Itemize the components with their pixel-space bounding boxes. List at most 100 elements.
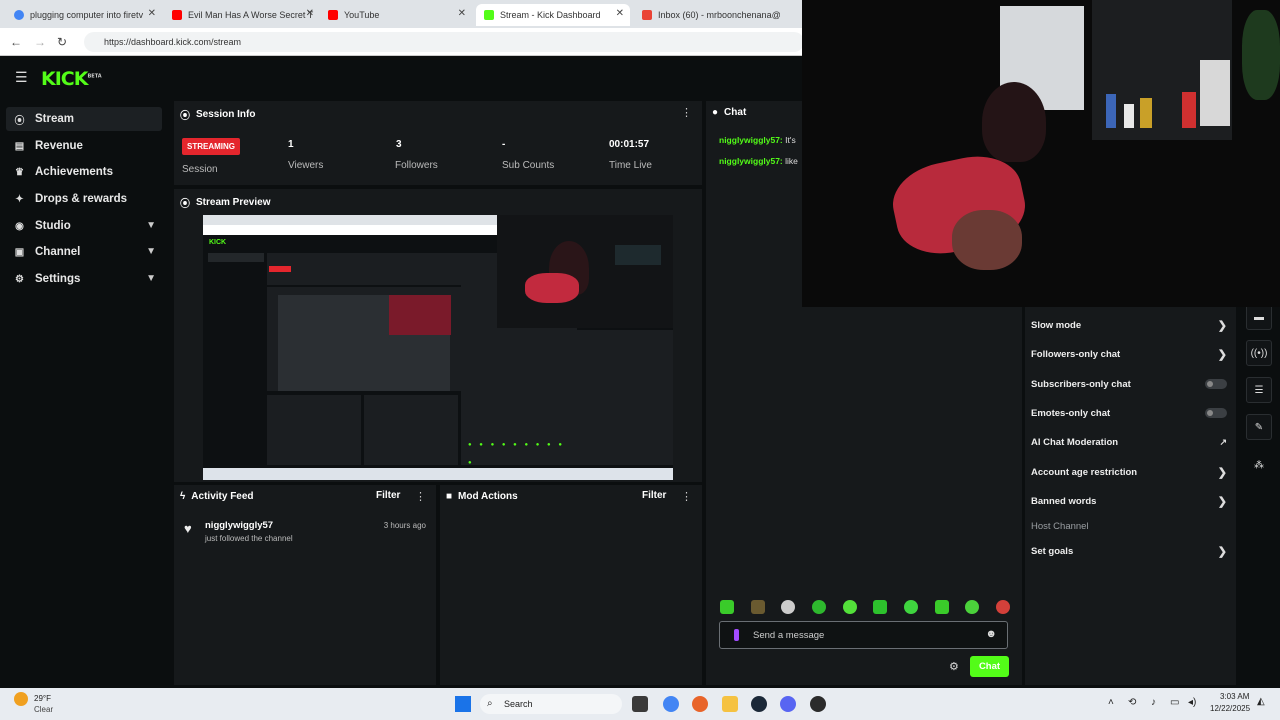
taskbar-search[interactable]: ⌕ Search	[480, 694, 622, 714]
browser-tab[interactable]: Inbox (60) - mrboonchenana@	[634, 4, 800, 26]
menu-item-subscribers-only[interactable]: Subscribers-only chat	[1031, 375, 1227, 393]
sidebar-item-drops[interactable]: ✦ Drops & rewards	[6, 187, 162, 211]
file-explorer-icon[interactable]	[722, 696, 738, 712]
weather-temp[interactable]: 29°F	[34, 694, 51, 703]
more-options-icon[interactable]: ⋮	[681, 490, 692, 503]
chat-username[interactable]: nigglywiggly57:	[719, 135, 783, 145]
weather-icon[interactable]	[14, 692, 28, 706]
emotes-only-toggle[interactable]	[1205, 408, 1227, 418]
kick-logo[interactable]: KICKBETA	[41, 68, 102, 90]
emote-icon[interactable]	[750, 600, 765, 614]
close-icon[interactable]: ✕	[148, 8, 156, 19]
browser-tab[interactable]: plugging computer into firetv ✕	[6, 4, 162, 26]
subscribers-only-toggle[interactable]	[1205, 379, 1227, 389]
url-field[interactable]: https://dashboard.kick.com/stream	[84, 32, 804, 52]
sidebar-item-stream[interactable]: ⦿ Stream	[6, 107, 162, 131]
browser-tab-active[interactable]: Stream - Kick Dashboard ✕	[476, 4, 630, 26]
close-icon[interactable]: ✕	[616, 8, 624, 19]
emote-icon[interactable]	[995, 600, 1010, 614]
menu-item-ai-moderation[interactable]: AI Chat Moderation ↗	[1031, 433, 1227, 451]
more-options-icon[interactable]: ⋮	[681, 106, 692, 119]
menu-item-label: Subscribers-only chat	[1031, 378, 1131, 390]
more-options-icon[interactable]: ⋮	[415, 490, 426, 503]
windows-start-icon[interactable]	[455, 696, 471, 712]
filter-button[interactable]: Filter	[642, 490, 666, 501]
chat-input-box[interactable]: Send a message ☻	[719, 621, 1008, 649]
sidebar-item-studio[interactable]: ◉ Studio ▼	[6, 214, 162, 238]
obs-icon[interactable]	[810, 696, 826, 712]
menu-item-label: Banned words	[1031, 495, 1097, 507]
network-icon[interactable]: ▭	[1170, 697, 1179, 708]
activity-text: just followed the channel	[205, 534, 293, 543]
emote-icon[interactable]	[965, 600, 980, 614]
channel-icon: ▣	[14, 246, 25, 258]
menu-item-account-age[interactable]: Account age restriction ❯	[1031, 463, 1227, 481]
reload-icon[interactable]: ↻	[57, 35, 67, 49]
sidebar-item-settings[interactable]: ⚙ Settings ▼	[6, 267, 162, 291]
filter-button[interactable]: Filter	[376, 490, 400, 501]
emote-icon[interactable]	[873, 600, 888, 614]
preview-address-bar	[203, 225, 498, 235]
menu-item-banned-words[interactable]: Banned words ❯	[1031, 492, 1227, 510]
tray-chevron-icon[interactable]: ˄	[1108, 697, 1114, 708]
menu-item-emotes-only[interactable]: Emotes-only chat	[1031, 404, 1227, 422]
task-view-icon[interactable]	[632, 696, 648, 712]
microphone-icon[interactable]: ♪	[1151, 697, 1156, 708]
emote-icon[interactable]	[811, 600, 826, 614]
chat-input-placeholder[interactable]: Send a message	[753, 630, 824, 641]
search-icon: ⌕	[487, 698, 493, 709]
weather-text[interactable]: Clear	[34, 705, 53, 714]
tray-app-icon[interactable]: ⟲	[1128, 697, 1136, 708]
close-icon[interactable]: ✕	[306, 8, 314, 19]
search-label: Search	[504, 699, 533, 709]
broadcast-icon[interactable]: ((•))	[1246, 340, 1272, 366]
clock-time[interactable]: 3:03 AM	[1220, 692, 1249, 701]
chrome-icon[interactable]	[663, 696, 679, 712]
layout-icon[interactable]: ☰	[1246, 377, 1272, 403]
stream-preview-video[interactable]: KICK ● ● ● ● ● ● ● ● ● ●	[203, 215, 673, 480]
browser-tab[interactable]: YouTube ✕	[320, 4, 472, 26]
discord-icon[interactable]	[780, 696, 796, 712]
menu-item-followers-only[interactable]: Followers-only chat ❯	[1031, 345, 1227, 363]
emoji-icon[interactable]: ☻	[985, 628, 997, 640]
menu-item-set-goals[interactable]: Set goals ❯	[1031, 542, 1227, 560]
preview-shirt	[525, 273, 579, 303]
chat-send-button[interactable]: Chat	[970, 656, 1009, 677]
menu-item-slow-mode[interactable]: Slow mode ❯	[1031, 316, 1227, 334]
browser-tab[interactable]: Evil Man Has A Worse Secret T ✕	[164, 4, 320, 26]
emote-icon[interactable]	[720, 600, 734, 614]
volume-icon[interactable]: ◂)	[1188, 697, 1196, 708]
chat-username[interactable]: nigglywiggly57:	[719, 156, 783, 166]
emote-icon[interactable]	[934, 600, 949, 614]
external-link-icon: ↗	[1219, 436, 1227, 447]
person-hands	[952, 210, 1022, 270]
chevron-right-icon: ❯	[1217, 319, 1227, 332]
session-icon: ⦿	[180, 111, 190, 122]
activity-username[interactable]: nigglywiggly57	[205, 520, 273, 531]
sidebar-item-channel[interactable]: ▣ Channel ▼	[6, 240, 162, 264]
preview-session-panel	[267, 253, 493, 285]
clock-date[interactable]: 12/22/2025	[1210, 704, 1250, 713]
back-icon[interactable]: ←	[10, 35, 22, 49]
sidebar-item-revenue[interactable]: ▤ Revenue	[6, 134, 162, 158]
wrench-icon[interactable]: ✎	[1246, 414, 1272, 440]
forward-icon[interactable]: →	[34, 35, 46, 49]
revenue-icon: ▤	[14, 140, 25, 152]
menu-icon[interactable]: ☰	[15, 69, 28, 86]
user-badge-icon	[734, 629, 739, 641]
tab-title: Stream - Kick Dashboard	[500, 10, 601, 20]
chat-settings-gear-icon[interactable]: ⚙	[949, 660, 959, 673]
menu-item-label: Account age restriction	[1031, 466, 1138, 478]
steam-icon[interactable]	[751, 696, 767, 712]
sidebar-item-achievements[interactable]: ♛ Achievements	[6, 160, 162, 184]
emote-icon[interactable]	[781, 600, 796, 614]
brave-icon[interactable]	[692, 696, 708, 712]
menu-item-label: AI Chat Moderation	[1031, 436, 1119, 448]
chat-bubble-icon[interactable]: ▬	[1246, 304, 1272, 330]
emote-icon[interactable]	[903, 600, 918, 614]
shield-icon: ■	[446, 491, 453, 502]
notification-icon[interactable]: ◭	[1257, 696, 1265, 707]
apps-icon[interactable]: ⁂	[1246, 452, 1272, 478]
emote-icon[interactable]	[842, 600, 857, 614]
close-icon[interactable]: ✕	[458, 8, 466, 19]
